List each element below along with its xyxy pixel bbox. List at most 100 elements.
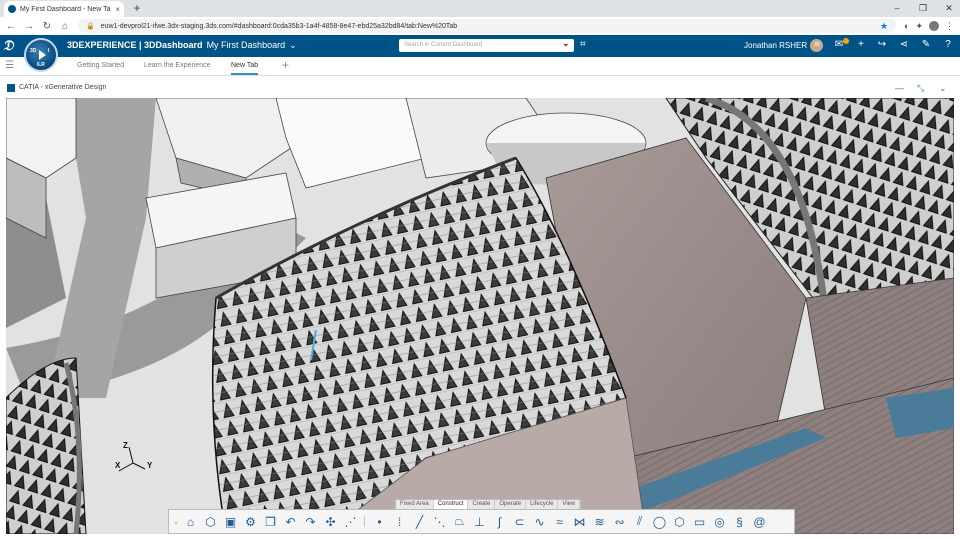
connect-icon[interactable]: ∾ [611,513,628,530]
hexagon-icon[interactable]: ⬡ [671,513,688,530]
axis-icon[interactable]: ⊥ [471,513,488,530]
browser-tab-strip: My First Dashboard - New Tab × + – ❐ ✕ [0,0,960,17]
collapse-icon[interactable]: ⤡ [917,83,924,94]
axis-y-label: Y [147,461,153,470]
favicon-icon [8,5,16,13]
search-input[interactable]: Search in Current Dashboard ⏷ [399,39,574,52]
search-placeholder: Search in Current Dashboard [404,42,483,48]
minimize-widget-icon[interactable]: — [895,83,904,93]
redo-icon[interactable]: ↷ [302,513,319,530]
gear-icon[interactable]: ⚙ [242,513,259,530]
tab-operate[interactable]: Operate [495,500,527,509]
axis-z-label: Z [123,441,128,450]
add-tab-icon[interactable]: + [282,58,289,72]
axis-triad: Z X Y [113,441,163,483]
brand: 3DEXPERIENCE | 3DDashboard My First Dash… [67,40,297,51]
share-icon[interactable]: ↪ [876,39,888,50]
axis-x-label: X [115,461,121,470]
tab-learn-the-experience[interactable]: Learn the Experience [144,62,211,69]
copy-icon[interactable]: ❐ [262,513,279,530]
rectangle-icon[interactable]: ▭ [691,513,708,530]
tab-fixed-area[interactable]: Fixed Area [396,500,434,509]
dashboard-name[interactable]: My First Dashboard [207,40,286,51]
action-bar-icons: ⌄ ⌂ ⬡ ▣ ⚙ ❐ ↶ ↷ ✣ ⋰ │ • ⁞ ╱ ⋱ ⏢ ⊥ ∫ ⊂ ∿ … [168,509,795,534]
point-icon[interactable]: • [371,513,388,530]
line-icon[interactable]: ╱ [411,513,428,530]
play-icon [39,50,46,60]
home-icon[interactable]: ⌂ [60,21,70,32]
puzzle-icon[interactable]: ✦ [915,21,923,32]
widget-header: CATIA - xGenerative Design — ⤡ ⌄ [0,80,960,97]
minimize-button[interactable]: – [890,0,904,16]
tab-new-tab[interactable]: New Tab [231,62,259,75]
spline-icon[interactable]: ∫ [491,513,508,530]
compass-widget[interactable]: 3D I 6.R [24,38,58,72]
tab-lifecycle[interactable]: Lifecycle [526,500,559,509]
blend-icon[interactable]: ≋ [591,513,608,530]
forward-icon[interactable]: → [24,21,34,32]
curve-icon[interactable]: ∿ [531,513,548,530]
profile-avatar[interactable] [929,20,939,31]
circle-icon[interactable]: ◯ [651,513,668,530]
help-icon[interactable]: ? [942,39,954,50]
signal-icon[interactable]: ⋰ [342,513,359,530]
brand-label: 3DEXPERIENCE | 3DDashboard [67,40,203,50]
user-name[interactable]: Jonathan RSHER [744,41,807,50]
arc-icon[interactable]: ⊂ [511,513,528,530]
window-controls: – ❐ ✕ [890,0,956,16]
tab-view[interactable]: View [558,500,581,509]
dashboard-tab-bar: ☰ Getting Started Learn the Experience N… [0,57,960,76]
tag-icon[interactable]: ⌗ [580,39,586,50]
compass-3d: 3D [30,48,37,54]
new-tab-button[interactable]: + [130,1,144,16]
lock-icon: 🔒 [86,23,95,30]
network-icon[interactable]: ⋖ [898,39,910,50]
address-bar-row: ← → ↻ ⌂ 🔒 euw1-devprol21-ifwe.3dx-stagin… [0,17,960,35]
plane-icon[interactable]: ⏢ [451,513,468,530]
more-menu-icon[interactable]: ⋮ [945,21,954,32]
url-text: euw1-devprol21-ifwe.3dx-staging.3ds.com/… [100,22,458,30]
swirl-icon[interactable]: @ [751,513,768,530]
widget-title: CATIA - xGenerative Design [19,84,107,91]
menu-icon[interactable]: ☰ [5,60,14,71]
browser-tab[interactable]: My First Dashboard - New Tab × [4,1,124,17]
helix-icon[interactable]: § [731,513,748,530]
separator-icon: │ [362,517,368,526]
tab-construct[interactable]: Construct [433,500,469,509]
action-bar: Fixed Area Construct Create Operate Life… [168,499,795,534]
reload-icon[interactable]: ↻ [42,21,52,32]
tools-icon[interactable]: ✣ [322,513,339,530]
sweep-icon[interactable]: ≈ [551,513,568,530]
app-bar: 𝔇 3DEXPERIENCE | 3DDashboard My First Da… [0,35,960,57]
back-icon[interactable]: ← [6,21,16,32]
add-icon[interactable]: + [855,39,867,50]
dashed-line-icon[interactable]: ⋱ [431,513,448,530]
tab-getting-started[interactable]: Getting Started [77,62,124,69]
tab-create[interactable]: Create [468,500,496,509]
3ds-logo-icon[interactable]: 𝔇 [3,37,21,54]
grid-points-icon[interactable]: ⁞ [391,513,408,530]
tools-icon[interactable]: ✎ [920,39,932,50]
catia-app-icon [7,84,15,92]
filter-icon[interactable]: ⏷ [563,42,569,50]
chevron-down-icon[interactable]: ⌄ [173,513,180,530]
save-icon[interactable]: ▣ [222,513,239,530]
widget-menu-chevron-icon[interactable]: ⌄ [939,83,947,94]
close-tab-icon[interactable]: × [115,5,120,14]
undo-icon[interactable]: ↶ [282,513,299,530]
spiral-icon[interactable]: ◎ [711,513,728,530]
url-field[interactable]: 🔒 euw1-devprol21-ifwe.3dx-staging.3ds.co… [78,19,897,33]
close-window-button[interactable]: ✕ [942,0,956,16]
expand-left-panel-icon[interactable]: › [7,292,10,301]
maximize-button[interactable]: ❐ [916,0,930,16]
chevron-down-icon[interactable]: ⌄ [289,40,297,51]
extensions-area: ◐ ✦ ⋮ [904,20,954,32]
cube-icon[interactable]: ⬡ [202,513,219,530]
home-icon[interactable]: ⌂ [182,513,199,530]
extension-icon[interactable]: ◐ [904,21,909,32]
lines-icon[interactable]: ⫽ [631,513,648,530]
user-avatar[interactable]: JR [810,39,823,52]
loft-icon[interactable]: ⋈ [571,513,588,530]
compass-right: I [48,48,50,54]
bookmark-star-icon[interactable]: ★ [880,21,888,32]
